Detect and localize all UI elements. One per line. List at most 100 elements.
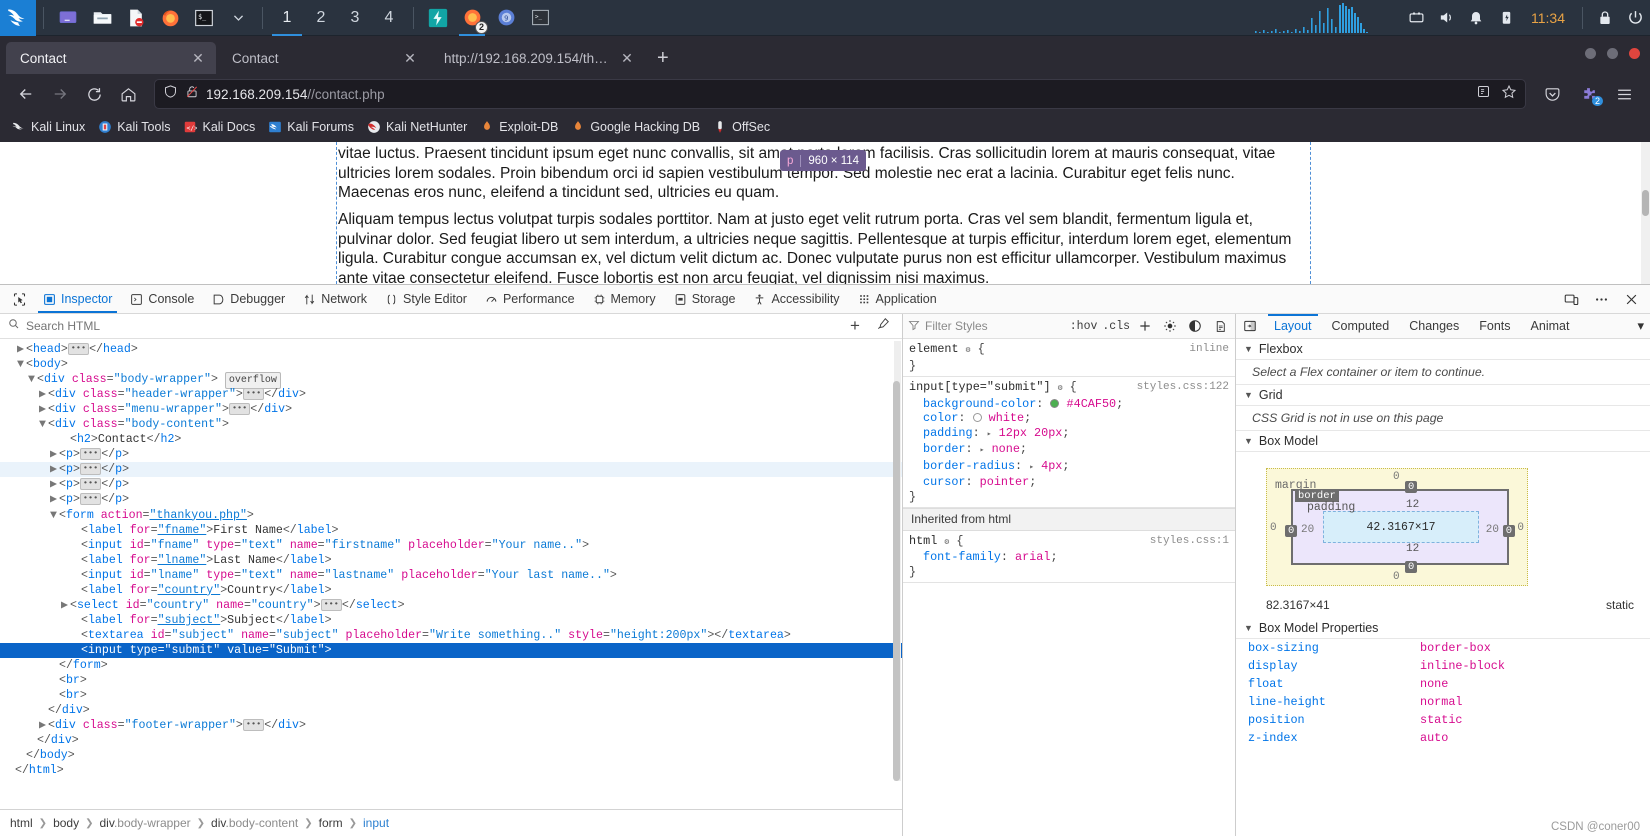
- padding-left-value[interactable]: 20: [1301, 524, 1314, 536]
- markup-line[interactable]: ▼ <div class="body-content">: [0, 417, 902, 432]
- markup-line[interactable]: <label for="subject">Subject</label>: [0, 613, 902, 628]
- markup-line[interactable]: ▶ <div class="header-wrapper"> ••• </div>: [0, 387, 902, 402]
- tab-storage[interactable]: Storage: [665, 285, 745, 313]
- tab-accessibility[interactable]: Accessibility: [744, 285, 848, 313]
- decl-prop[interactable]: color: [909, 411, 958, 425]
- twisty-closed-icon[interactable]: ▶: [39, 718, 48, 733]
- cls-toggle[interactable]: .cls: [1102, 320, 1130, 333]
- markup-line[interactable]: ▼ <form action="thankyou.php">: [0, 508, 902, 523]
- decl-value[interactable]: arial: [1015, 550, 1050, 564]
- close-window-button[interactable]: [1629, 48, 1640, 59]
- markup-line[interactable]: ▶ <p> ••• </p>: [0, 492, 902, 507]
- markup-line[interactable]: </html>: [0, 763, 902, 778]
- tab-memory[interactable]: Memory: [584, 285, 665, 313]
- twisty-closed-icon[interactable]: ▶: [39, 387, 48, 402]
- broken-lock-icon[interactable]: [185, 84, 199, 104]
- firefox-icon[interactable]: [153, 0, 187, 36]
- tab-debugger[interactable]: Debugger: [203, 285, 294, 313]
- decl-value[interactable]: 4px: [1041, 459, 1062, 473]
- lock-icon[interactable]: [1590, 0, 1620, 36]
- decl-value[interactable]: #4CAF50: [1067, 397, 1117, 411]
- tab-application[interactable]: Application: [849, 285, 946, 313]
- breadcrumb-item-input[interactable]: input: [363, 816, 389, 830]
- app-menu-icon[interactable]: [1608, 79, 1640, 109]
- rule-gear-icon[interactable]: ⚙: [966, 346, 971, 355]
- margin-right-value[interactable]: 0: [1517, 522, 1524, 534]
- twisty-closed-icon[interactable]: ▶: [50, 462, 59, 477]
- tab-contact-1[interactable]: Contact ✕: [6, 42, 216, 74]
- markup-line[interactable]: ▶ <div class="menu-wrapper"> ••• </div>: [0, 402, 902, 417]
- search-input[interactable]: [26, 319, 838, 333]
- rule-source[interactable]: inline: [1189, 342, 1229, 357]
- tab-performance[interactable]: Performance: [476, 285, 584, 313]
- tab-contact-2[interactable]: Contact ✕: [218, 42, 428, 74]
- border-right-value[interactable]: 0: [1502, 525, 1515, 537]
- box-model-properties-header[interactable]: ▼ Box Model Properties: [1236, 618, 1650, 639]
- address-bar[interactable]: 192.168.209.154//contact.php: [154, 79, 1526, 109]
- markup-scrollbar-thumb[interactable]: [893, 381, 900, 781]
- chevron-down-icon[interactable]: ▾: [1637, 318, 1650, 334]
- filter-styles-field[interactable]: Filter Styles: [908, 319, 1065, 334]
- bookmark-offsec[interactable]: OffSec: [713, 120, 770, 134]
- minimize-button[interactable]: [1585, 48, 1596, 59]
- rule-gear-icon[interactable]: ⚙: [944, 538, 949, 547]
- decl-prop[interactable]: padding: [909, 426, 973, 440]
- workspace-3[interactable]: 3: [338, 0, 372, 36]
- markup-scrollbar[interactable]: [893, 341, 901, 781]
- tab-animations[interactable]: Animat: [1521, 314, 1580, 338]
- reader-view-icon[interactable]: [1476, 84, 1491, 104]
- decl-value[interactable]: none: [992, 442, 1020, 456]
- margin-top-value[interactable]: 0: [1393, 471, 1400, 483]
- bookmark-kali-forums[interactable]: Kali Forums: [268, 120, 354, 134]
- tab-thankyou[interactable]: http://192.168.209.154/thankyou ✕: [430, 42, 645, 74]
- markup-line[interactable]: ▶ <div class="footer-wrapper"> ••• </div>: [0, 718, 902, 733]
- markup-line[interactable]: <br>: [0, 688, 902, 703]
- decl-value[interactable]: 12px 20px: [999, 426, 1063, 440]
- markup-line[interactable]: </form>: [0, 658, 902, 673]
- twisty-closed-icon[interactable]: ▶: [17, 342, 26, 357]
- decl-prop[interactable]: cursor: [909, 475, 965, 489]
- decl-value[interactable]: pointer: [980, 475, 1030, 489]
- twisty-open-icon[interactable]: ▼: [50, 508, 59, 523]
- text-editor-icon[interactable]: [119, 0, 153, 36]
- new-tab-button[interactable]: +: [647, 47, 679, 74]
- clock[interactable]: 11:34: [1521, 10, 1575, 26]
- file-manager-icon[interactable]: [85, 0, 119, 36]
- maximize-button[interactable]: [1607, 48, 1618, 59]
- twisty-closed-icon[interactable]: ▶: [50, 447, 59, 462]
- tab-computed[interactable]: Computed: [1322, 314, 1400, 338]
- browser-window-icon[interactable]: 9: [489, 0, 523, 36]
- tab-network[interactable]: Network: [294, 285, 376, 313]
- reload-icon[interactable]: [78, 79, 110, 109]
- moon-icon[interactable]: [1185, 316, 1205, 336]
- rule-source[interactable]: styles.css:122: [1137, 380, 1229, 395]
- markup-line[interactable]: </body>: [0, 748, 902, 763]
- plus-icon[interactable]: [1135, 316, 1155, 336]
- border-left-value[interactable]: 0: [1285, 525, 1298, 537]
- padding-bottom-value[interactable]: 12: [1406, 543, 1419, 555]
- padding-top-value[interactable]: 12: [1406, 499, 1419, 511]
- tab-inspector[interactable]: Inspector: [34, 285, 121, 313]
- breadcrumb-item-body[interactable]: body: [53, 816, 79, 830]
- twisty-closed-icon[interactable]: ▶: [61, 598, 70, 613]
- markup-line[interactable]: ▼ <body>: [0, 357, 902, 372]
- close-devtools-icon[interactable]: [1618, 286, 1644, 312]
- tab-fonts[interactable]: Fonts: [1469, 314, 1520, 338]
- sun-icon[interactable]: [1160, 316, 1180, 336]
- hov-toggle[interactable]: :hov: [1070, 320, 1098, 333]
- workspace-1[interactable]: 1: [270, 0, 304, 36]
- box-model-section-header[interactable]: ▼ Box Model: [1236, 431, 1650, 452]
- markup-line[interactable]: <textarea id="subject" name="subject" pl…: [0, 628, 902, 643]
- element-picker-icon[interactable]: [4, 285, 34, 313]
- eyedropper-icon[interactable]: [872, 316, 894, 336]
- breadcrumb-item-div[interactable]: div.body-content: [211, 816, 298, 830]
- markup-line[interactable]: <input id="lname" type="text" name="last…: [0, 568, 902, 583]
- bookmark-exploit-db[interactable]: Exploit-DB: [480, 120, 558, 134]
- border-top-value[interactable]: 0: [1405, 481, 1418, 493]
- color-swatch[interactable]: [1050, 398, 1060, 408]
- breadcrumb-item-form[interactable]: form: [319, 816, 343, 830]
- expand-caret-icon[interactable]: ▸: [980, 446, 985, 455]
- markup-line[interactable]: ▶ <select id="country" name="country"> •••…: [0, 598, 902, 613]
- markup-line[interactable]: ▶ <p> ••• </p>: [0, 462, 902, 478]
- responsive-design-mode-icon[interactable]: [1558, 286, 1584, 312]
